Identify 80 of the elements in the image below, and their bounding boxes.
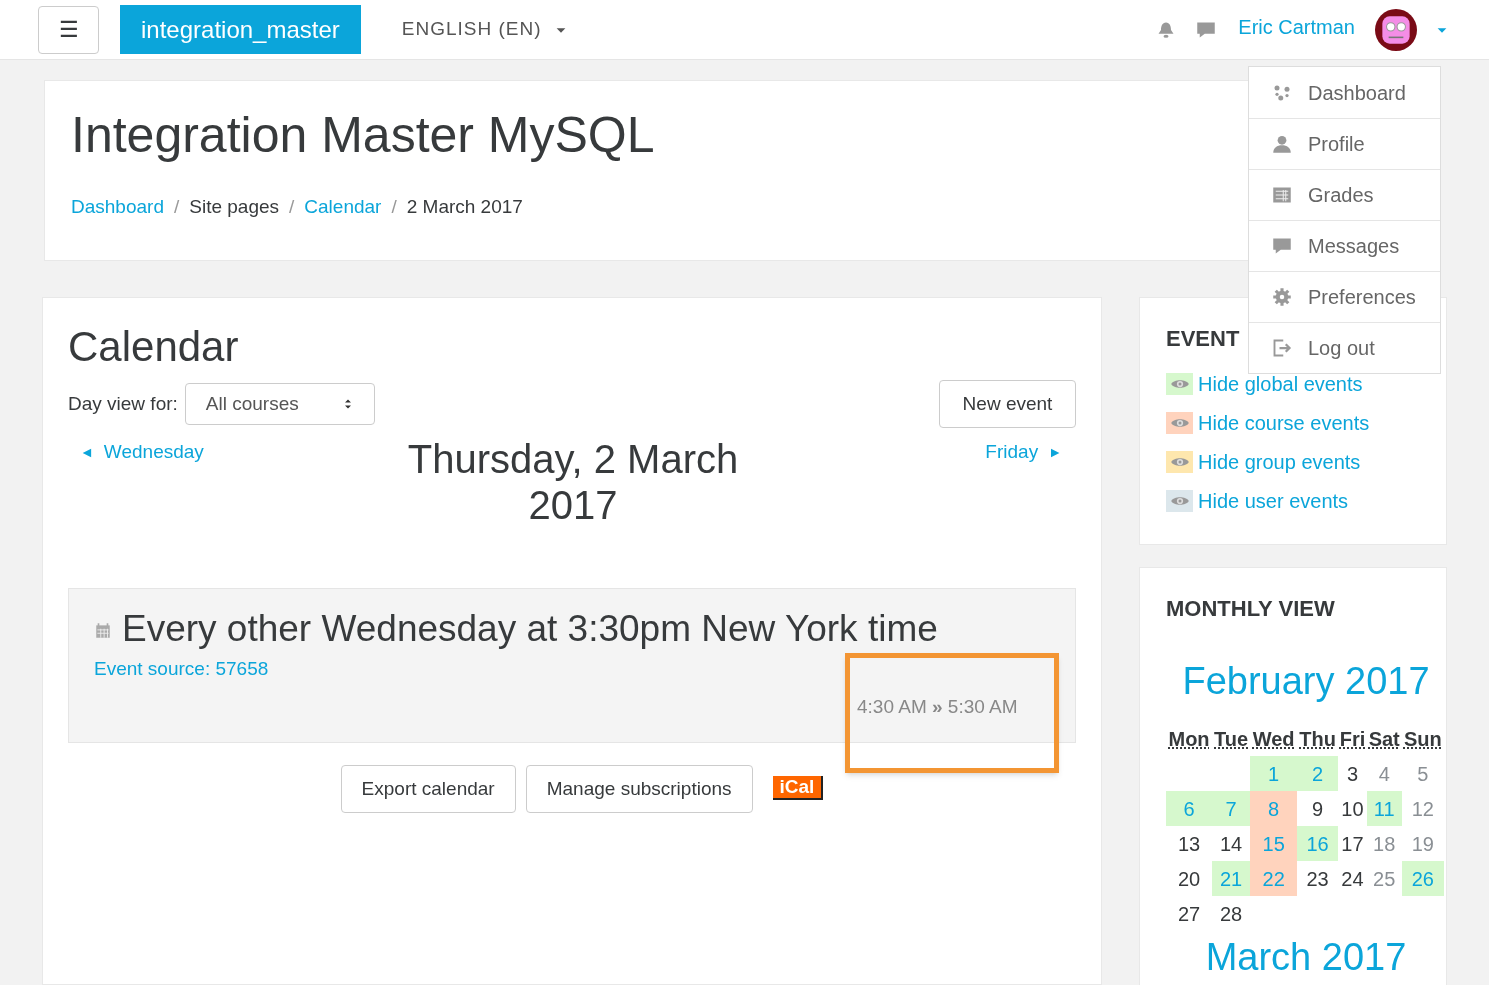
weekday-header: Sat xyxy=(1368,728,1400,750)
breadcrumb-link[interactable]: Calendar xyxy=(304,193,382,222)
person-icon xyxy=(1272,134,1292,154)
day-title: Thursday, 2 March 2017 xyxy=(406,436,740,528)
day-number: 28 xyxy=(1219,901,1244,927)
day-link[interactable]: 11 xyxy=(1366,791,1402,826)
hide-events-link[interactable]: Hide group events xyxy=(1166,447,1420,477)
day-link[interactable]: 1 xyxy=(1250,756,1298,791)
breadcrumb-separator: / xyxy=(391,195,397,219)
user-menu-item[interactable]: Log out xyxy=(1249,322,1440,373)
menu-button[interactable]: ☰ xyxy=(38,5,99,54)
weekday-header: Sun xyxy=(1403,728,1442,750)
user-menu-item[interactable]: Dashboard xyxy=(1249,67,1440,118)
ical-link[interactable]: iCal xyxy=(772,775,824,800)
day-link[interactable]: 7 xyxy=(1212,791,1251,826)
calendar-heading: Calendar xyxy=(68,322,240,372)
user-menu-item[interactable]: Preferences xyxy=(1249,271,1440,322)
language-menu[interactable]: ENGLISH (EN) xyxy=(401,15,568,44)
event-time: 4:30 AM » 5:30 AM xyxy=(857,695,1018,719)
weekend-day-number: 18 xyxy=(1372,831,1397,857)
breadcrumb-text: Site pages xyxy=(189,195,280,219)
avatar-icon xyxy=(1375,8,1417,51)
user-menu-item[interactable]: Grades xyxy=(1249,169,1440,220)
day-number: 9 xyxy=(1311,796,1325,822)
event-title: Every other Wednesday at 3:30pm New York time xyxy=(122,607,938,651)
breadcrumb-text: 2 March 2017 xyxy=(406,195,523,219)
hide-events-link[interactable]: Hide course events xyxy=(1166,408,1420,438)
weekday-header: Thu xyxy=(1299,728,1336,750)
day-link[interactable]: 15 xyxy=(1250,826,1298,861)
day-link[interactable]: 6 xyxy=(1166,791,1213,826)
breadcrumb-link[interactable]: Dashboard xyxy=(71,193,164,222)
day-link[interactable]: 26 xyxy=(1401,861,1444,896)
user-menu-item[interactable]: Profile xyxy=(1249,118,1440,169)
user-menu-item[interactable]: Messages xyxy=(1249,220,1440,271)
day-number: 10 xyxy=(1340,796,1365,822)
day-link[interactable]: 8 xyxy=(1250,791,1298,826)
month-title-link[interactable]: February 2017 xyxy=(1166,653,1446,710)
page-title: Integration Master MySQL xyxy=(71,106,655,165)
day-number: 20 xyxy=(1176,866,1202,892)
event-source-link[interactable]: Event source: 57658 xyxy=(94,655,1050,684)
block-title: EVENT xyxy=(1166,325,1240,353)
breadcrumb-separator: / xyxy=(289,195,295,219)
next-day-link[interactable]: Friday ► xyxy=(985,438,1076,467)
weekend-day-number: 4 xyxy=(1377,761,1391,787)
settings-icon xyxy=(1272,287,1292,307)
day-number: 14 xyxy=(1219,831,1244,857)
weekday-header: Tue xyxy=(1214,728,1249,750)
day-number: 17 xyxy=(1340,831,1365,857)
weekend-day-number: 25 xyxy=(1372,866,1397,892)
logout-icon xyxy=(1272,338,1292,358)
day-view-label: Day view for: xyxy=(68,391,178,416)
day-number: 24 xyxy=(1340,866,1365,892)
new-event-button[interactable]: New event xyxy=(939,380,1076,428)
day-number: 3 xyxy=(1345,761,1360,787)
calendar-button[interactable]: Manage subscriptions xyxy=(525,765,753,813)
previous-day-link[interactable]: ◄ Wednesday xyxy=(68,438,378,467)
table-icon xyxy=(1272,185,1292,205)
weekend-day-number: 12 xyxy=(1410,796,1435,822)
day-number: 13 xyxy=(1176,831,1202,857)
month-title-link[interactable]: March 2017 xyxy=(1205,937,1407,977)
weekday-header: Wed xyxy=(1252,728,1295,750)
hide-events-link[interactable]: Hide user events xyxy=(1166,486,1420,516)
block-title: MONTHLY VIEW xyxy=(1166,595,1336,623)
day-number: 27 xyxy=(1176,901,1202,927)
weekend-day-number: 5 xyxy=(1416,761,1430,787)
weekday-header: Mon xyxy=(1168,728,1210,750)
course-select[interactable]: All courses xyxy=(184,383,375,425)
site-name-link[interactable]: integration_master xyxy=(120,5,361,54)
day-number: 23 xyxy=(1305,866,1330,892)
day-link[interactable]: 2 xyxy=(1297,756,1339,791)
day-link[interactable]: 22 xyxy=(1250,861,1298,896)
breadcrumb-separator: / xyxy=(173,195,180,219)
weekday-header: Fri xyxy=(1339,728,1366,750)
weekend-day-number: 19 xyxy=(1410,831,1435,857)
calendar-icon xyxy=(94,622,112,640)
user-name-link[interactable]: Eric Cartman xyxy=(1238,11,1355,42)
day-link[interactable]: 21 xyxy=(1212,861,1251,896)
day-link[interactable]: 16 xyxy=(1297,826,1339,861)
message-icon xyxy=(1272,236,1292,256)
calendar-button[interactable]: Export calendar xyxy=(340,765,516,813)
